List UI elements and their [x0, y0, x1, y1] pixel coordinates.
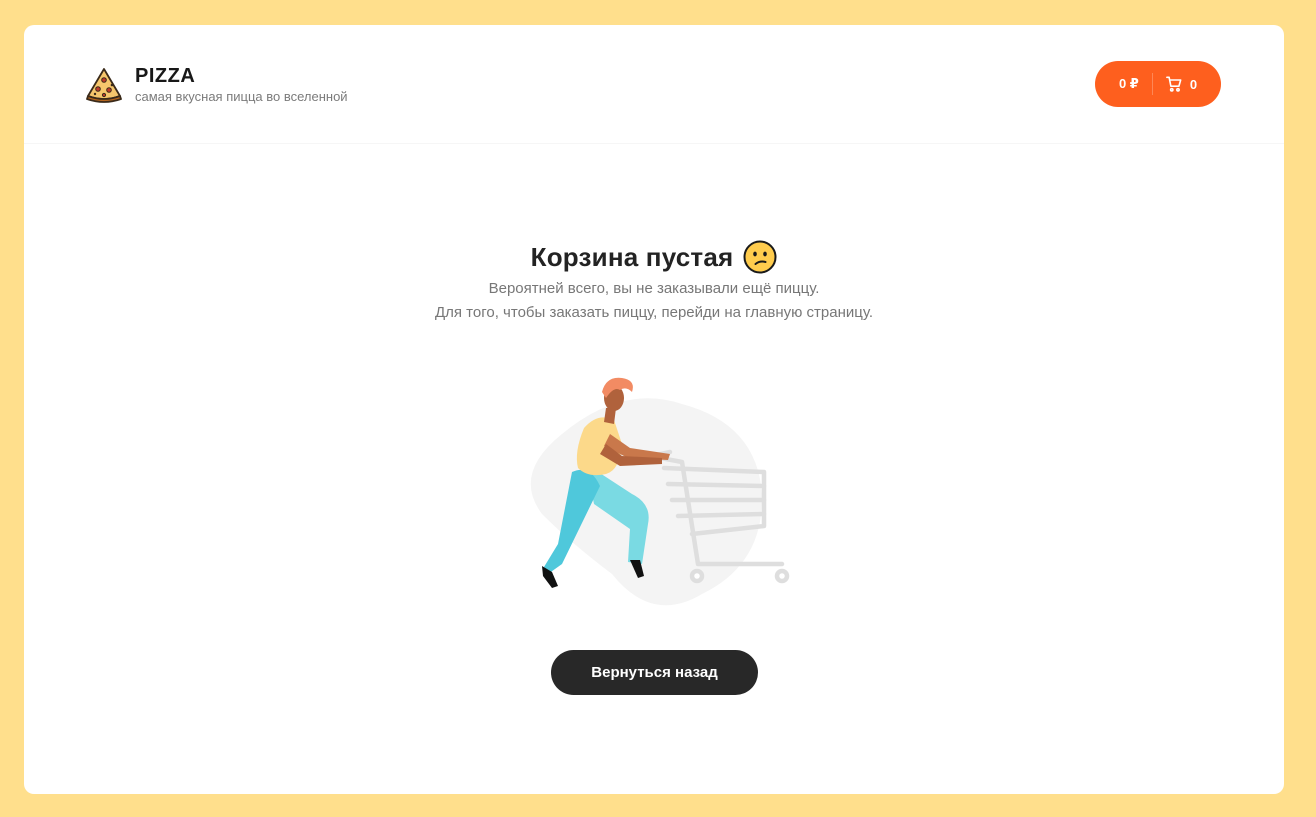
- empty-cart-description-line2: Для того, чтобы заказать пиццу, перейди …: [434, 304, 873, 321]
- empty-cart-illustration: [530, 377, 790, 606]
- pizza-slice-icon: [86, 68, 122, 103]
- cart-icon: [1165, 76, 1182, 92]
- back-button-label: Вернуться назад: [591, 664, 718, 681]
- page-wrapper: PIZZA самая вкусная пицца во вселенной 0…: [24, 25, 1284, 794]
- confused-face-icon: [743, 240, 777, 274]
- header: PIZZA самая вкусная пицца во вселенной 0…: [24, 25, 1284, 144]
- logo-title: PIZZA: [135, 65, 196, 87]
- back-button[interactable]: Вернуться назад: [551, 650, 758, 695]
- cart-total-price: 0 ₽: [1118, 76, 1139, 91]
- cart-button[interactable]: 0 ₽ 0: [1095, 61, 1221, 107]
- logo-subtitle: самая вкусная пицца во вселенной: [135, 89, 348, 104]
- empty-cart-section: Корзина пустая Вероятней всего, вы не за…: [24, 144, 1284, 794]
- cart-item-count: 0: [1189, 76, 1198, 92]
- logo[interactable]: PIZZA самая вкусная пицца во вселенной: [85, 65, 348, 106]
- empty-cart-title: Корзина пустая: [530, 241, 734, 272]
- empty-cart-description-line1: Вероятней всего, вы не заказывали ещё пи…: [488, 280, 820, 297]
